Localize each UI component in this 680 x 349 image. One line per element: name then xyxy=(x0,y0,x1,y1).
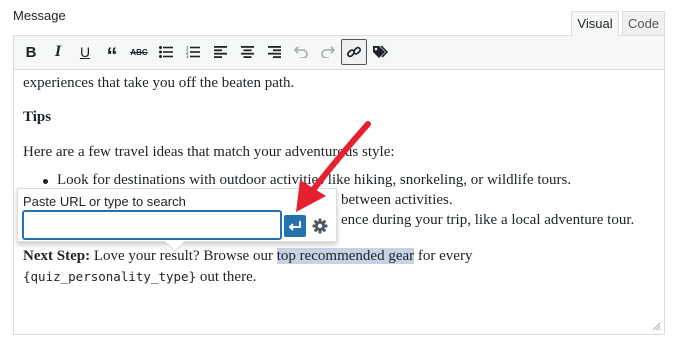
resize-handle-icon[interactable] xyxy=(652,322,661,331)
link-url-hint: Paste URL or type to search xyxy=(23,194,186,209)
paragraph-tips-intro: Here are a few travel ideas that match y… xyxy=(23,144,395,160)
underline-button[interactable]: U xyxy=(72,39,98,65)
align-right-button[interactable] xyxy=(261,39,287,65)
italic-icon: I xyxy=(54,43,62,60)
underline-icon: U xyxy=(79,44,91,60)
merge-tag: {quiz_personality_type} xyxy=(23,269,197,284)
rich-text-editor: B I U “ ABC 1 2 3 experiences that take … xyxy=(13,35,665,335)
blockquote-button[interactable]: “ xyxy=(99,39,125,68)
message-field-label: Message xyxy=(13,8,66,23)
link-popup: Paste URL or type to search xyxy=(17,188,337,252)
next-step-text: Love your result? Browse our xyxy=(93,248,273,264)
editor-toolbar: B I U “ ABC 1 2 3 xyxy=(14,36,664,70)
redo-button[interactable] xyxy=(315,39,341,65)
list-bullet xyxy=(43,179,48,184)
heading-tips: Tips xyxy=(23,109,52,125)
link-icon xyxy=(346,46,362,58)
align-right-icon xyxy=(267,46,281,58)
list-item: ence during your trip, like a local adve… xyxy=(341,212,635,228)
italic-button[interactable]: I xyxy=(45,39,71,65)
link-url-input[interactable] xyxy=(23,211,281,239)
strikethrough-icon: ABC xyxy=(130,47,148,57)
enter-arrow-icon xyxy=(288,221,301,231)
tab-visual[interactable]: Visual xyxy=(571,11,619,36)
align-center-button[interactable] xyxy=(234,39,260,65)
align-left-button[interactable] xyxy=(207,39,233,65)
bold-icon: B xyxy=(25,43,37,61)
closing-text: out there. xyxy=(199,269,257,285)
bulleted-list-icon xyxy=(159,46,173,58)
bulleted-list-button[interactable] xyxy=(153,39,179,65)
numbered-list-icon: 1 2 3 xyxy=(186,46,200,58)
gear-icon xyxy=(312,218,328,234)
next-step-text-after: for every xyxy=(417,248,473,264)
numbered-list-button[interactable]: 1 2 3 xyxy=(180,39,206,65)
paragraph-intro-tail: experiences that take you off the beaten… xyxy=(23,75,295,91)
tab-code[interactable]: Code xyxy=(622,11,665,36)
redo-icon xyxy=(321,46,335,58)
insert-link-button[interactable] xyxy=(341,39,367,65)
tags-icon xyxy=(373,45,389,58)
bold-button[interactable]: B xyxy=(18,39,44,65)
paragraph-next-step: Next Step: Love your result? Browse our … xyxy=(23,246,472,267)
blockquote-icon: “ xyxy=(106,43,118,68)
paragraph-merge-tag: {quiz_personality_type} out there. xyxy=(23,266,257,288)
strikethrough-button[interactable]: ABC xyxy=(126,39,152,65)
undo-icon xyxy=(294,46,308,58)
merge-tags-button[interactable] xyxy=(368,39,394,65)
svg-text:3: 3 xyxy=(186,54,189,58)
apply-link-button[interactable] xyxy=(284,215,306,237)
next-step-label: Next Step: xyxy=(23,248,91,264)
link-options-button[interactable] xyxy=(310,216,330,236)
undo-button[interactable] xyxy=(288,39,314,65)
list-item: between activities. xyxy=(341,192,453,208)
align-center-icon xyxy=(240,46,254,58)
selected-link-text[interactable]: top recommended gear xyxy=(276,248,415,264)
align-left-icon xyxy=(213,46,227,58)
